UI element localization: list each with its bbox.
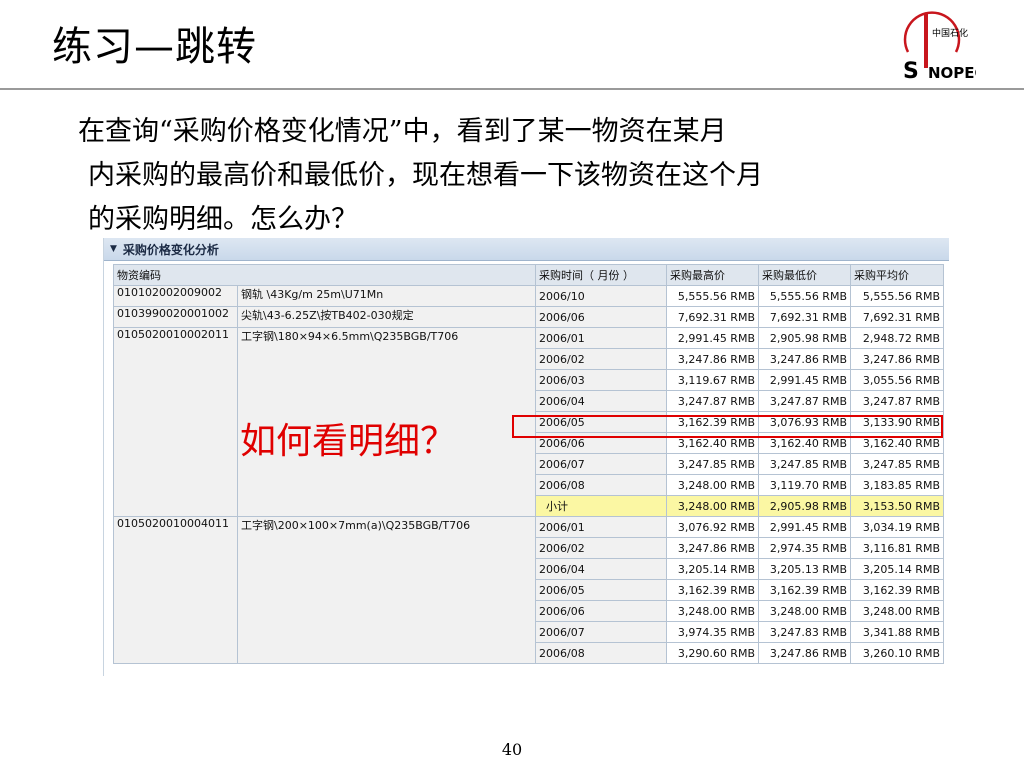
max-price-cell[interactable]: 3,248.00 RMB [666,600,759,622]
max-price-cell[interactable]: 3,247.86 RMB [666,348,759,370]
avg-price-cell[interactable]: 5,555.56 RMB [850,285,944,307]
min-price-cell[interactable]: 3,205.13 RMB [758,558,851,580]
avg-price-cell[interactable]: 3,341.88 RMB [850,621,944,643]
slide-title: 练习—跳转 [52,24,257,70]
table-row[interactable]: 0105020010002011 工字钢\180×94×6.5mm\Q235BGB… [113,327,944,517]
min-price-cell[interactable]: 7,692.31 RMB [758,306,851,328]
max-price-cell[interactable]: 3,076.92 RMB [666,516,759,538]
month-cell[interactable]: 2006/06 [535,306,667,328]
page-number: 40 [501,740,523,759]
avg-price-cell[interactable]: 3,247.87 RMB [850,390,944,412]
max-price-cell[interactable]: 3,119.67 RMB [666,369,759,391]
month-cell[interactable]: 2006/07 [535,621,667,643]
avg-price-cell[interactable]: 3,034.19 RMB [850,516,944,538]
svg-text:中国石化: 中国石化 [932,27,968,39]
material-code-cell[interactable]: 0105020010002011 [113,327,238,517]
month-cell[interactable]: 2006/07 [535,453,667,475]
avg-price-cell[interactable]: 3,116.81 RMB [850,537,944,559]
column-header-avg-price[interactable]: 采购平均价 [850,264,944,286]
price-change-table: 物资编码 采购时间（ 月份 ） 采购最高价 采购最低价 采购平均价 010102… [113,264,944,664]
max-price-cell[interactable]: 5,555.56 RMB [666,285,759,307]
column-header-material-code[interactable]: 物资编码 [113,264,536,286]
min-price-cell[interactable]: 3,247.85 RMB [758,453,851,475]
max-price-cell[interactable]: 3,290.60 RMB [666,642,759,664]
avg-price-cell[interactable]: 2,948.72 RMB [850,327,944,349]
max-price-cell[interactable]: 3,247.86 RMB [666,537,759,559]
title-divider [0,88,1024,90]
avg-price-cell[interactable]: 3,260.10 RMB [850,642,944,664]
svg-text:S: S [903,59,919,84]
table-row[interactable]: 0103990020001002 尖轨\43-6.25Z\按TB402-030规定… [113,306,944,328]
min-price-cell[interactable]: 5,555.56 RMB [758,285,851,307]
report-panel-header[interactable]: ▼ 采购价格变化分析 [104,238,949,261]
max-price-cell[interactable]: 3,247.85 RMB [666,453,759,475]
month-cell[interactable]: 2006/02 [535,348,667,370]
month-cell[interactable]: 2006/06 [535,600,667,622]
min-price-cell[interactable]: 3,247.86 RMB [758,642,851,664]
sinopec-logo-icon: 中国石化 S NOPEC [894,8,976,84]
month-cell[interactable]: 2006/04 [535,558,667,580]
material-desc-cell[interactable]: 工字钢\200×100×7mm(a)\Q235BGB/T706 [237,516,536,664]
avg-price-cell[interactable]: 3,162.39 RMB [850,579,944,601]
max-price-cell[interactable]: 3,248.00 RMB [666,474,759,496]
month-cell[interactable]: 2006/08 [535,474,667,496]
avg-price-cell[interactable]: 3,153.50 RMB [850,495,944,517]
min-price-cell[interactable]: 2,991.45 RMB [758,369,851,391]
min-price-cell[interactable]: 3,119.70 RMB [758,474,851,496]
question-line-3: 的采购明细。怎么办？ [88,204,358,235]
question-text: 在查询“采购价格变化情况”中，看到了某一物资在某月 内采购的最高价和最低价，现在… [78,110,958,242]
month-cell[interactable]: 2006/08 [535,642,667,664]
max-price-cell[interactable]: 3,205.14 RMB [666,558,759,580]
annotation-text: 如何看明细？ [240,421,457,462]
month-cell[interactable]: 2006/05 [535,579,667,601]
max-price-cell[interactable]: 2,991.45 RMB [666,327,759,349]
month-cell[interactable]: 2006/03 [535,369,667,391]
month-cell[interactable]: 2006/01 [535,516,667,538]
avg-price-cell[interactable]: 3,055.56 RMB [850,369,944,391]
avg-price-cell[interactable]: 3,248.00 RMB [850,600,944,622]
collapse-triangle-icon[interactable]: ▼ [110,244,117,254]
material-code-cell[interactable]: 010102002009002 [113,285,238,307]
min-price-cell[interactable]: 2,905.98 RMB [758,495,851,517]
max-price-cell[interactable]: 7,692.31 RMB [666,306,759,328]
svg-text:NOPEC: NOPEC [928,64,976,82]
min-price-cell[interactable]: 3,247.87 RMB [758,390,851,412]
material-desc-cell[interactable]: 钢轨 \43Kg/m 25m\U71Mn [237,285,536,307]
avg-price-cell[interactable]: 3,247.86 RMB [850,348,944,370]
avg-price-cell[interactable]: 3,183.85 RMB [850,474,944,496]
question-line-2: 内采购的最高价和最低价，现在想看一下该物资在这个月 [88,160,763,191]
avg-price-cell[interactable]: 3,205.14 RMB [850,558,944,580]
max-price-cell[interactable]: 3,247.87 RMB [666,390,759,412]
material-desc-cell[interactable]: 尖轨\43-6.25Z\按TB402-030规定 [237,306,536,328]
report-screenshot: ▼ 采购价格变化分析 物资编码 采购时间（ 月份 ） 采购最高价 采购最低价 采… [103,238,949,676]
avg-price-cell[interactable]: 3,247.85 RMB [850,453,944,475]
max-price-cell[interactable]: 3,162.39 RMB [666,579,759,601]
min-price-cell[interactable]: 3,248.00 RMB [758,600,851,622]
material-code-cell[interactable]: 0103990020001002 [113,306,238,328]
column-header-max-price[interactable]: 采购最高价 [666,264,759,286]
month-cell[interactable]: 2006/01 [535,327,667,349]
highlight-box [512,415,943,438]
table-row[interactable]: 0105020010004011 工字钢\200×100×7mm(a)\Q235B… [113,516,944,664]
table-row[interactable]: 010102002009002 钢轨 \43Kg/m 25m\U71Mn 2006/… [113,285,944,307]
material-code-cell[interactable]: 0105020010004011 [113,516,238,664]
column-header-month[interactable]: 采购时间（ 月份 ） [535,264,667,286]
min-price-cell[interactable]: 2,991.45 RMB [758,516,851,538]
column-header-min-price[interactable]: 采购最低价 [758,264,851,286]
min-price-cell[interactable]: 3,162.39 RMB [758,579,851,601]
max-price-cell[interactable]: 3,974.35 RMB [666,621,759,643]
min-price-cell[interactable]: 3,247.86 RMB [758,348,851,370]
table-header-row: 物资编码 采购时间（ 月份 ） 采购最高价 采购最低价 采购平均价 [113,264,944,286]
month-cell[interactable]: 2006/04 [535,390,667,412]
question-line-1: 在查询“采购价格变化情况”中，看到了某一物资在某月 [78,116,727,147]
min-price-cell[interactable]: 2,905.98 RMB [758,327,851,349]
min-price-cell[interactable]: 3,247.83 RMB [758,621,851,643]
min-price-cell[interactable]: 2,974.35 RMB [758,537,851,559]
month-cell[interactable]: 2006/10 [535,285,667,307]
avg-price-cell[interactable]: 7,692.31 RMB [850,306,944,328]
max-price-cell[interactable]: 3,248.00 RMB [666,495,759,517]
report-panel-title: 采购价格变化分析 [122,242,219,257]
month-cell[interactable]: 2006/02 [535,537,667,559]
month-cell[interactable]: 小计 [535,495,667,517]
